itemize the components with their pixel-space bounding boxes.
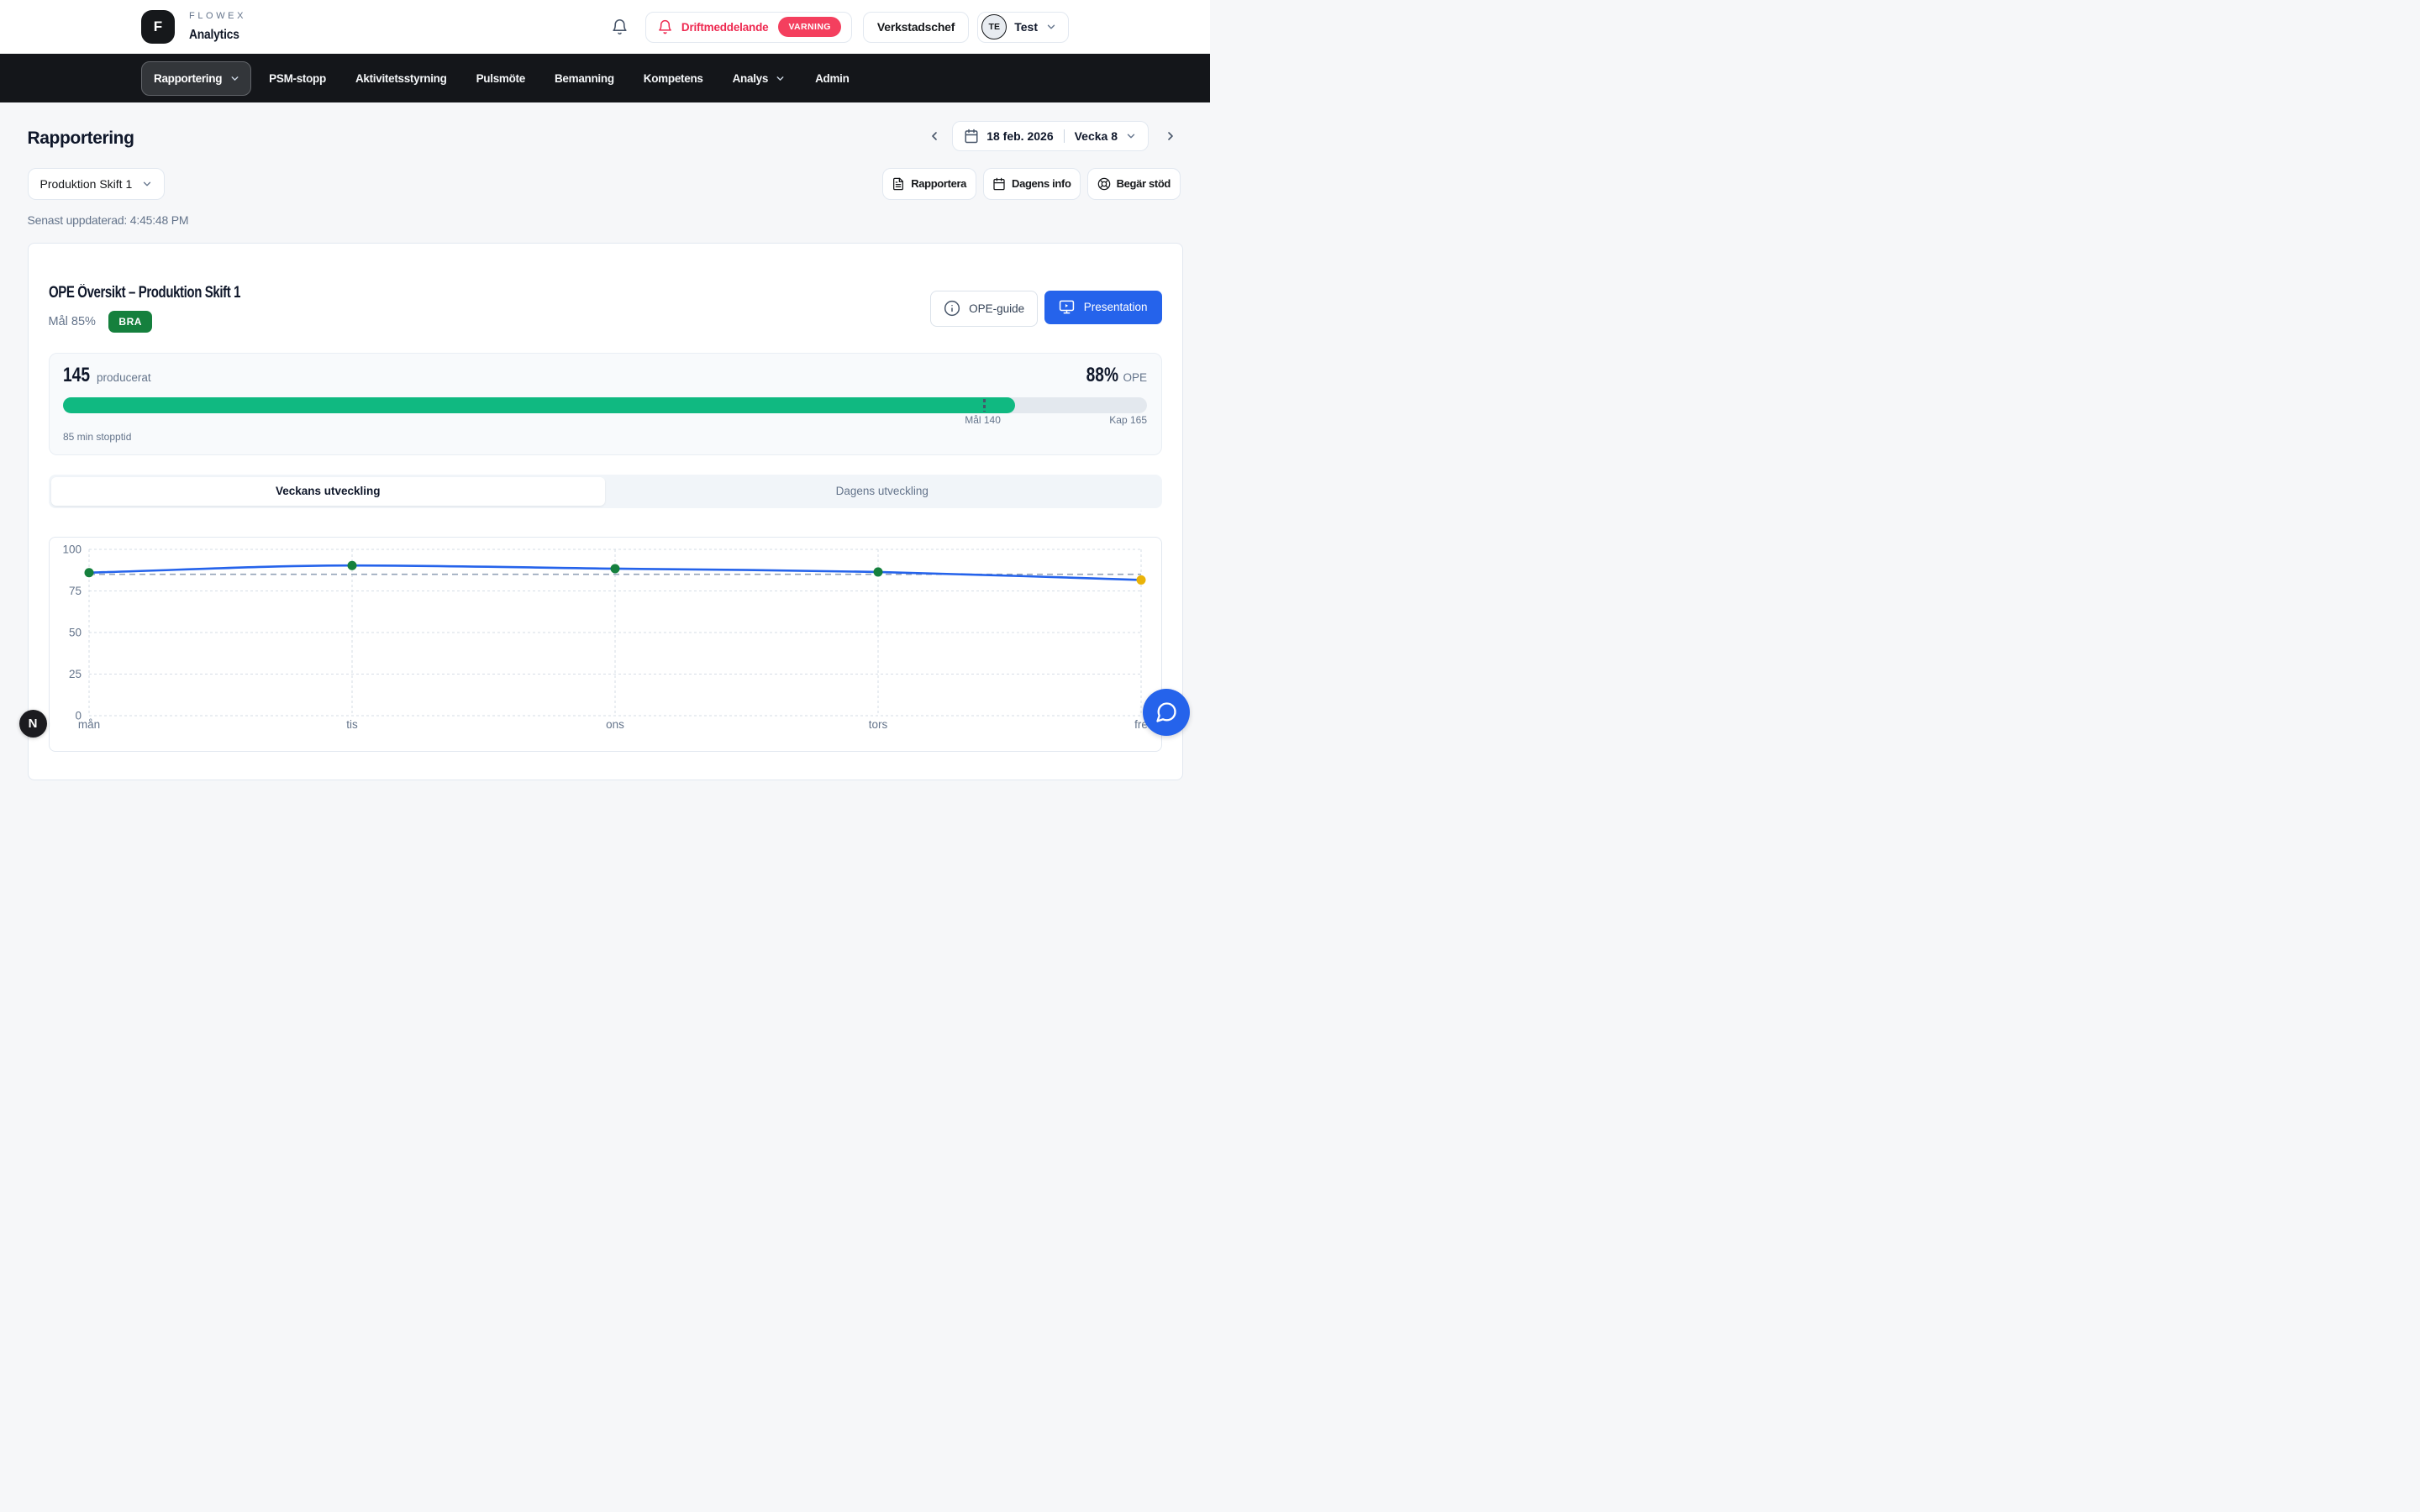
svg-text:100: 100 (62, 543, 82, 556)
svg-text:mån: mån (77, 718, 99, 731)
svg-text:75: 75 (68, 585, 81, 597)
svg-text:ons: ons (606, 718, 624, 731)
svg-text:tors: tors (868, 718, 887, 731)
svg-text:50: 50 (68, 627, 81, 639)
svg-text:tis: tis (346, 718, 358, 731)
svg-text:25: 25 (68, 668, 81, 680)
